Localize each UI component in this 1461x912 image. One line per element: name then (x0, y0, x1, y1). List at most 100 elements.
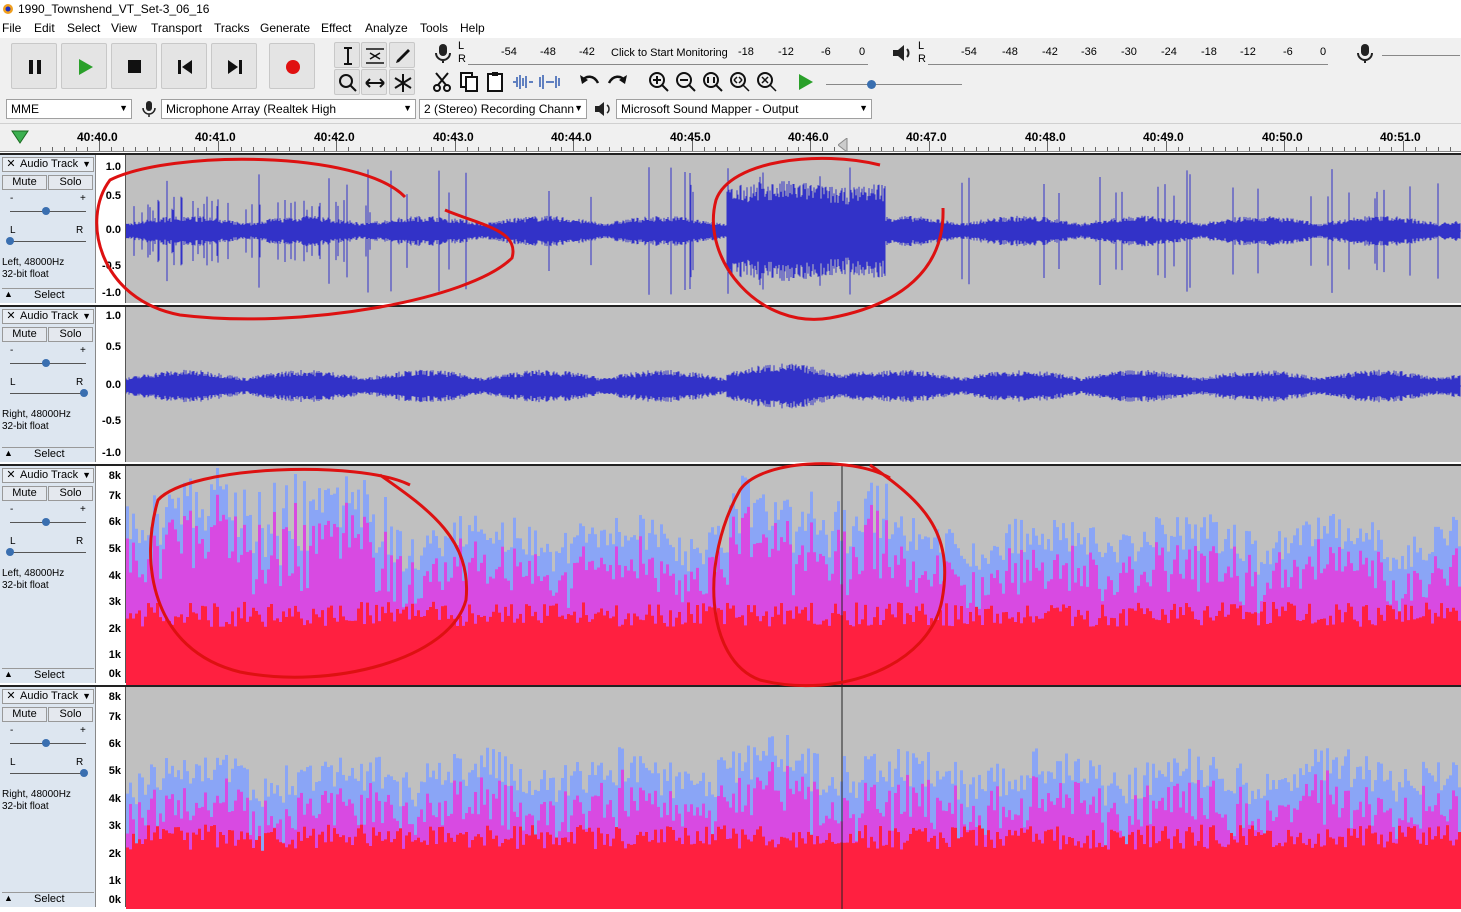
multi-tool-button[interactable] (389, 69, 415, 95)
skip-to-start-button[interactable] (161, 43, 207, 89)
play-meter[interactable] (928, 64, 1328, 65)
zoom-in-icon[interactable] (647, 70, 671, 94)
track-name-dropdown[interactable]: ✕ Audio Track ▼ (2, 689, 94, 704)
track-name-dropdown[interactable]: ✕ Audio Track ▼ (2, 468, 94, 483)
record-meter[interactable] (468, 64, 868, 65)
menu-view[interactable]: View (111, 21, 137, 35)
play-button[interactable] (61, 43, 107, 89)
solo-button[interactable]: Solo (48, 486, 93, 501)
play-at-speed-slider[interactable] (826, 84, 962, 85)
menu-tracks[interactable]: Tracks (214, 21, 250, 35)
microphone-icon[interactable] (432, 42, 454, 64)
menu-transport[interactable]: Transport (151, 21, 202, 35)
mute-button[interactable]: Mute (2, 175, 47, 190)
solo-button[interactable]: Solo (48, 175, 93, 190)
play-at-speed-icon[interactable] (794, 70, 818, 94)
ruler-label: 1.0 (105, 161, 121, 173)
pan-slider[interactable] (10, 552, 86, 553)
collapse-track-icon[interactable]: ▲ (4, 893, 13, 903)
draw-tool-button[interactable] (389, 42, 415, 68)
spectrogram-display[interactable] (126, 687, 1461, 909)
copy-icon[interactable] (457, 70, 481, 94)
mute-button[interactable]: Mute (2, 707, 47, 722)
pan-slider-knob[interactable] (6, 548, 14, 556)
fit-project-icon[interactable] (728, 70, 752, 94)
silence-audio-icon[interactable] (538, 70, 562, 94)
track-name-dropdown[interactable]: ✕ Audio Track ▼ (2, 157, 94, 172)
gain-slider-knob[interactable] (42, 739, 50, 747)
waveform-display[interactable] (126, 155, 1461, 303)
close-track-icon[interactable]: ✕ (4, 309, 18, 322)
spectrogram-display[interactable] (126, 466, 1461, 685)
timeline-ruler[interactable]: 40:40.0 40:41.0 40:42.0 40:43.0 40:44.0 40:45… (0, 124, 1461, 152)
menu-tools[interactable]: Tools (420, 21, 448, 35)
pause-button[interactable] (11, 43, 57, 89)
track-name: Audio Track (20, 690, 79, 702)
pan-slider[interactable] (10, 393, 86, 394)
menu-select[interactable]: Select (67, 21, 100, 35)
pan-slider-knob[interactable] (80, 389, 88, 397)
audio-track-1: ✕ Audio Track ▼ Mute Solo - + L R Left, … (0, 153, 1461, 303)
output-device-select[interactable]: Microsoft Sound Mapper - Output ▼ (616, 99, 872, 119)
vertical-ruler[interactable]: 8k 7k 6k 5k 4k 3k 2k 1k 0k (96, 466, 126, 683)
record-button[interactable] (269, 43, 315, 89)
envelope-tool-button[interactable] (361, 42, 387, 68)
close-track-icon[interactable]: ✕ (4, 157, 18, 170)
fit-selection-icon[interactable] (701, 70, 725, 94)
close-track-icon[interactable]: ✕ (4, 468, 18, 481)
solo-button[interactable]: Solo (48, 327, 93, 342)
menu-effect[interactable]: Effect (321, 21, 351, 35)
pan-slider[interactable] (10, 773, 86, 774)
track-select-button[interactable]: ▲ Select (2, 668, 94, 682)
pan-slider-knob[interactable] (6, 237, 14, 245)
pan-slider-knob[interactable] (80, 769, 88, 777)
gain-slider-knob[interactable] (42, 518, 50, 526)
undo-icon[interactable] (578, 70, 602, 94)
menu-analyze[interactable]: Analyze (365, 21, 408, 35)
play-at-speed-knob[interactable] (867, 80, 876, 89)
vertical-ruler[interactable]: 1.0 0.5 0.0 -0.5 -1.0 (96, 307, 126, 462)
cut-icon[interactable] (430, 70, 454, 94)
vertical-ruler[interactable]: 1.0 0.5 0.0 -0.5 -1.0 (96, 155, 126, 303)
gain-slider-knob[interactable] (42, 207, 50, 215)
speaker-icon[interactable] (890, 42, 912, 64)
input-device-select[interactable]: Microphone Array (Realtek High ▼ (161, 99, 416, 119)
vertical-ruler[interactable]: 8k 7k 6k 5k 4k 3k 2k 1k 0k (96, 687, 126, 907)
gain-slider-knob[interactable] (42, 359, 50, 367)
redo-icon[interactable] (605, 70, 629, 94)
collapse-track-icon[interactable]: ▲ (4, 669, 13, 679)
track-select-button[interactable]: ▲ Select (2, 447, 94, 461)
trim-audio-icon[interactable] (511, 70, 535, 94)
track-menu-icon: ▼ (82, 159, 91, 169)
mute-button[interactable]: Mute (2, 327, 47, 342)
pan-slider[interactable] (10, 241, 86, 242)
paste-icon[interactable] (484, 70, 508, 94)
zoom-tool-button[interactable] (334, 69, 360, 95)
recording-volume-slider[interactable] (1382, 55, 1460, 56)
menu-file[interactable]: File (2, 21, 21, 35)
track-select-button[interactable]: ▲ Select (2, 288, 94, 302)
solo-button[interactable]: Solo (48, 707, 93, 722)
asterisk-icon (394, 74, 412, 92)
audio-host-select[interactable]: MME ▼ (6, 99, 132, 119)
mute-button[interactable]: Mute (2, 486, 47, 501)
selection-tool-button[interactable] (334, 42, 360, 68)
waveform-display[interactable] (126, 307, 1461, 462)
timeline-options-icon[interactable] (11, 129, 29, 145)
stop-button[interactable] (111, 43, 157, 89)
collapse-track-icon[interactable]: ▲ (4, 289, 13, 299)
zoom-out-icon[interactable] (674, 70, 698, 94)
close-track-icon[interactable]: ✕ (4, 689, 18, 702)
menu-help[interactable]: Help (460, 21, 485, 35)
track-select-button[interactable]: ▲ Select (2, 892, 94, 906)
monitor-prompt[interactable]: Click to Start Monitoring (611, 47, 728, 59)
menu-generate[interactable]: Generate (260, 21, 310, 35)
input-channels-select[interactable]: 2 (Stereo) Recording Chann ▼ (419, 99, 587, 119)
zoom-toggle-icon[interactable] (755, 70, 779, 94)
menu-edit[interactable]: Edit (34, 21, 55, 35)
microphone-volume-icon[interactable] (1354, 42, 1376, 64)
collapse-track-icon[interactable]: ▲ (4, 448, 13, 458)
time-shift-tool-button[interactable] (361, 69, 387, 95)
track-name-dropdown[interactable]: ✕ Audio Track ▼ (2, 309, 94, 324)
skip-to-end-button[interactable] (211, 43, 257, 89)
